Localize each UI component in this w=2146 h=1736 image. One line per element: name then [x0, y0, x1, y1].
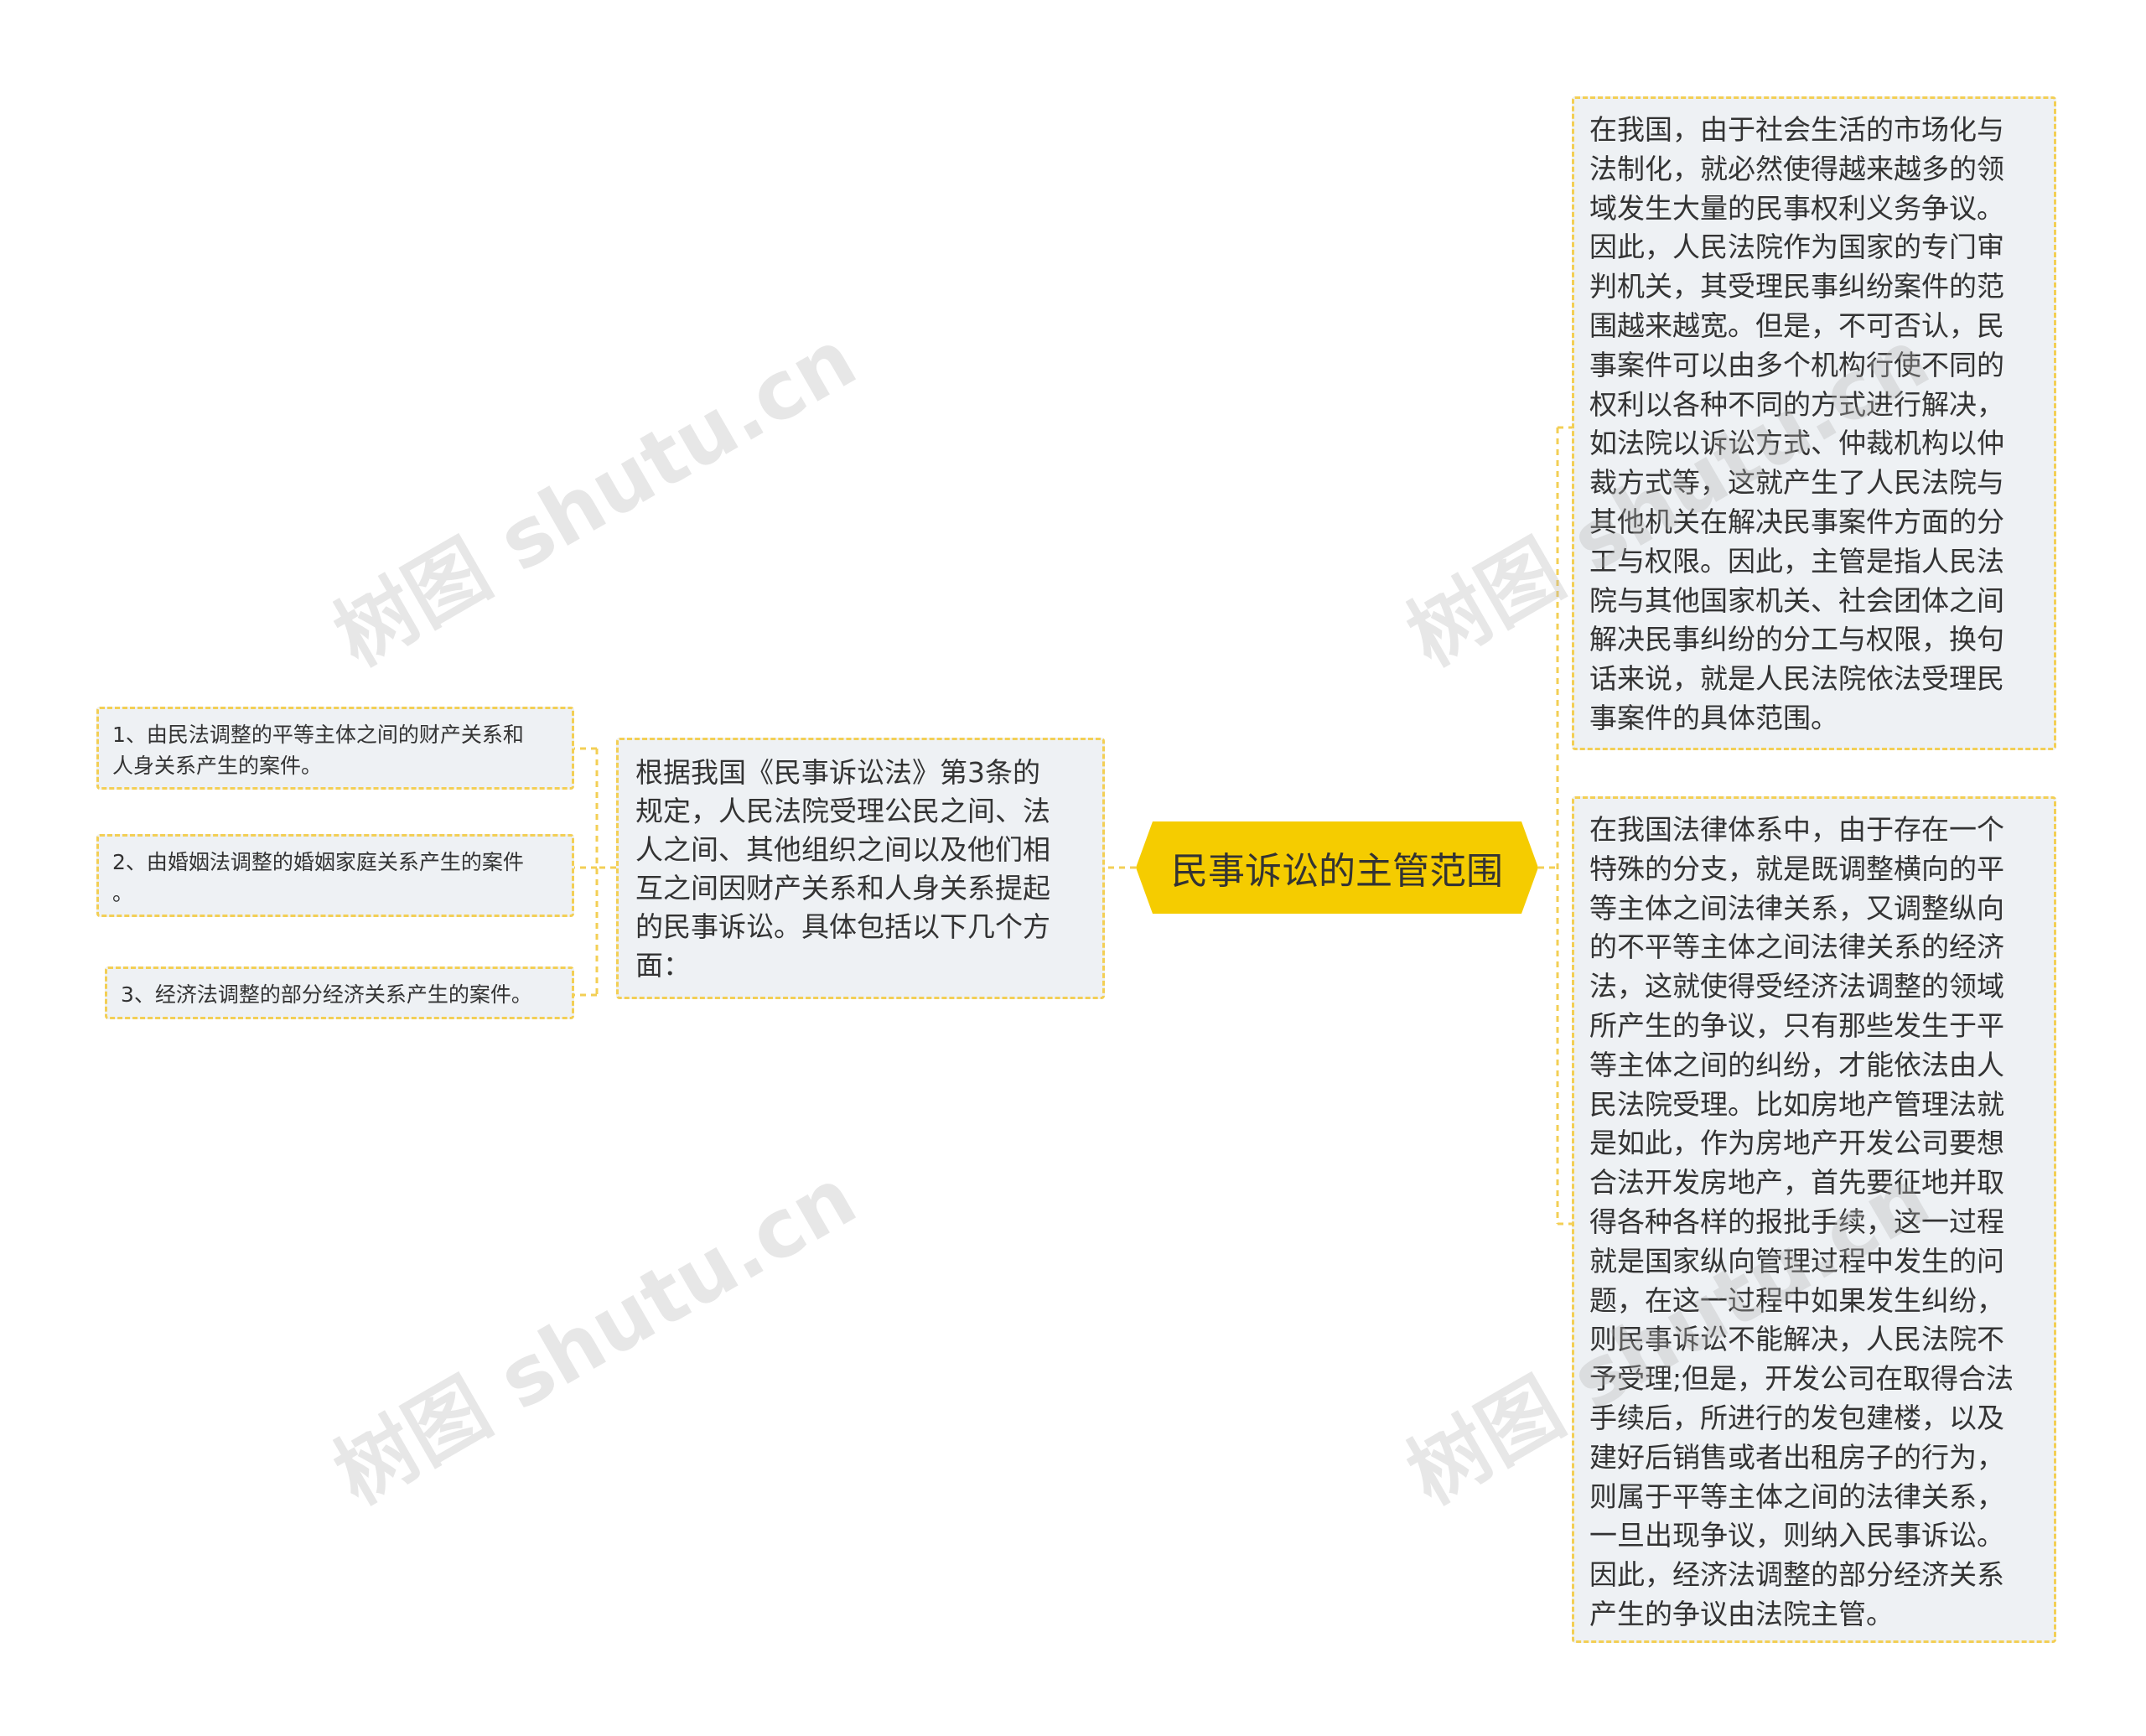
leaf-text-3: 3、经济法调整的部分经济关系产生的案件。 [121, 982, 532, 1007]
leaf-node-3[interactable]: 3、经济法调整的部分经济关系产生的案件。 [105, 966, 574, 1019]
leaf-text-2: 2、由婚姻法调整的婚姻家庭关系产生的案件 。 [112, 850, 524, 905]
root-node-label: 民事诉讼的主管范围 [1171, 850, 1503, 893]
mind-map-canvas: 民事诉讼的主管范围 根据我国《民事诉讼法》第3条的 规定，人民法院受理公民之间、… [0, 0, 2146, 1736]
right-branch-text-1: 在我国，由于社会生活的市场化与 法制化，就必然使得越来越多的领 域发生大量的民事… [1589, 113, 2004, 734]
right-branch-node-2[interactable]: 在我国法律体系中，由于存在一个 特殊的分支，就是既调整横向的平 等主体之间法律关… [1572, 796, 2056, 1643]
left-branch-text: 根据我国《民事诉讼法》第3条的 规定，人民法院受理公民之间、法 人之间、其他组织… [635, 756, 1050, 982]
leaf-node-2[interactable]: 2、由婚姻法调整的婚姻家庭关系产生的案件 。 [96, 834, 574, 917]
right-branch-text-2: 在我国法律体系中，由于存在一个 特殊的分支，就是既调整横向的平 等主体之间法律关… [1589, 813, 2014, 1630]
root-node[interactable]: 民事诉讼的主管范围 [1136, 821, 1538, 914]
leaf-text-1: 1、由民法调整的平等主体之间的财产关系和 人身关系产生的案件。 [112, 723, 524, 778]
left-branch-node[interactable]: 根据我国《民事诉讼法》第3条的 规定，人民法院受理公民之间、法 人之间、其他组织… [616, 738, 1105, 999]
leaf-node-1[interactable]: 1、由民法调整的平等主体之间的财产关系和 人身关系产生的案件。 [96, 707, 574, 790]
right-branch-node-1[interactable]: 在我国，由于社会生活的市场化与 法制化，就必然使得越来越多的领 域发生大量的民事… [1572, 96, 2056, 750]
